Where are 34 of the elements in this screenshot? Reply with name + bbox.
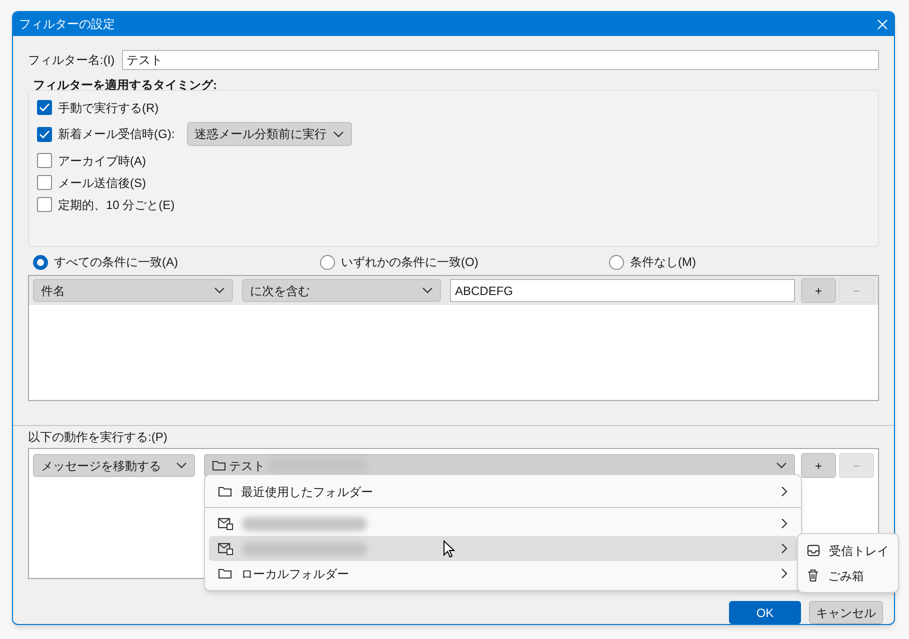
submenu-item-label: ごみ箱 xyxy=(828,568,864,584)
folder-name: テスト xyxy=(229,458,265,474)
checkbox-label: 定期的、10 分ごと(E) xyxy=(58,196,175,214)
select-value: メッセージを移動する xyxy=(41,458,161,474)
window-title: フィルターの設定 xyxy=(19,16,115,33)
menu-item[interactable]: 最近使用したフォルダー xyxy=(209,479,797,504)
radio-label: すべての条件に一致(A) xyxy=(54,254,178,271)
menu-item-label: 最近使用したフォルダー xyxy=(241,484,373,500)
submenu-item[interactable]: ごみ箱 xyxy=(798,563,898,588)
section-label: 以下の動作を実行する:(P) xyxy=(28,429,168,445)
radio-label: いずれかの条件に一致(O) xyxy=(341,254,478,271)
menu-item[interactable]: ローカルフォルダー xyxy=(209,561,797,586)
select-value: 件名 xyxy=(41,282,65,300)
action-select[interactable]: メッセージを移動する xyxy=(33,454,195,477)
timing-dropdown[interactable]: 迷惑メール分類前に実行 xyxy=(186,122,352,146)
select-value: に次を含む xyxy=(250,282,310,300)
submenu-item-label: 受信トレイ xyxy=(829,542,889,560)
checkbox-label: 新着メール受信時(G): xyxy=(58,126,175,143)
submenu-item[interactable]: 受信トレイ xyxy=(798,538,898,563)
operator-select[interactable]: に次を含む xyxy=(242,279,441,302)
checkbox-label: アーカイブ時(A) xyxy=(58,152,146,170)
dialog-button[interactable]: OK xyxy=(729,601,801,624)
add-button[interactable]: + xyxy=(801,453,836,478)
dialog-button[interactable]: キャンセル xyxy=(809,601,883,624)
filter-name-field[interactable]: テスト xyxy=(122,50,879,70)
dropdown-value: 迷惑メール分類前に実行 xyxy=(194,126,327,143)
checkbox-label: 手動で実行する(R) xyxy=(58,100,159,116)
add-button[interactable]: + xyxy=(801,278,836,303)
menu-item-label: ローカルフォルダー xyxy=(241,566,349,582)
field-label: フィルター名:(I) xyxy=(28,52,115,69)
field-select[interactable]: 件名 xyxy=(33,279,233,302)
value-field[interactable]: ABCDEFG xyxy=(450,279,795,302)
radio-label: 条件なし(M) xyxy=(630,254,696,271)
checkbox-label: メール送信後(S) xyxy=(58,174,146,192)
